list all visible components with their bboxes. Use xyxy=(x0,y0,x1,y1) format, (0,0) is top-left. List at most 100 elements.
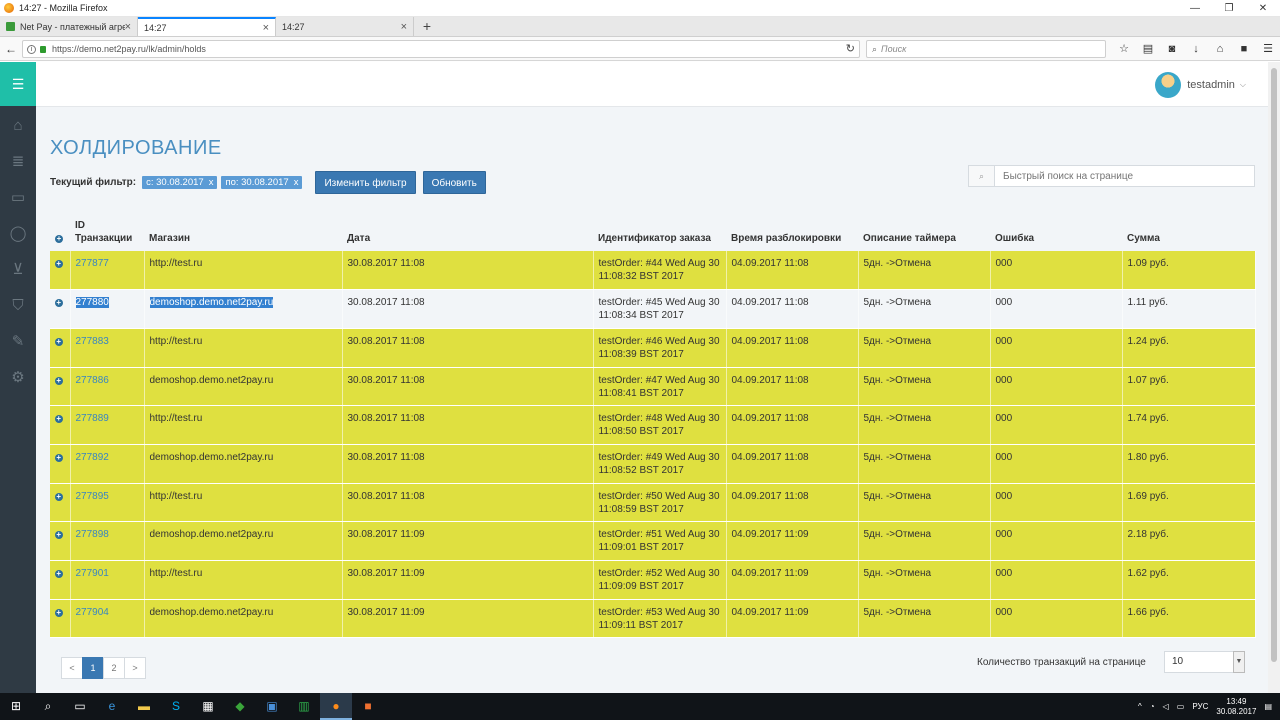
shield-icon[interactable]: ⛉ xyxy=(0,288,36,324)
table-row[interactable]: +277883 http://test.ru 30.08.2017 11:08 tes… xyxy=(50,328,1256,368)
close-window-button[interactable]: ✕ xyxy=(1246,0,1280,17)
url-bar[interactable]: i https://demo.net2pay.ru/lk/admin/holds… xyxy=(22,40,860,58)
expand-row-icon[interactable]: + xyxy=(54,299,63,308)
col-timer[interactable]: Описание таймера xyxy=(858,213,990,251)
firefox-taskbar-icon[interactable]: ● xyxy=(320,693,352,720)
table-row[interactable]: +277886 demoshop.demo.net2pay.ru 30.08.201… xyxy=(50,367,1256,407)
transaction-id-link[interactable]: 277880 xyxy=(75,297,109,309)
browser-search-input[interactable]: ⌕ Поиск xyxy=(866,40,1106,58)
tab-close-icon[interactable]: × xyxy=(263,22,269,34)
transaction-id-link[interactable]: 277892 xyxy=(76,452,109,463)
col-error[interactable]: Ошибка xyxy=(990,213,1122,251)
filter-chip-from[interactable]: с: 30.08.2017 x xyxy=(142,176,218,189)
col-unlock-time[interactable]: Время разблокировки xyxy=(726,213,858,251)
transaction-id-link[interactable]: 277895 xyxy=(76,491,109,502)
table-row[interactable]: +277895 http://test.ru 30.08.2017 11:08 tes… xyxy=(50,483,1256,523)
search-icon[interactable]: ⌕ xyxy=(32,693,64,720)
volume-icon[interactable]: ◁ xyxy=(1163,702,1169,711)
expand-row-icon[interactable]: + xyxy=(54,570,63,578)
app-green-icon[interactable]: ◆ xyxy=(224,693,256,720)
quick-search-input[interactable] xyxy=(995,170,1245,182)
explorer-icon[interactable]: ▬ xyxy=(128,693,160,720)
expand-row-icon[interactable]: + xyxy=(54,260,63,268)
clock[interactable]: 13:49 30.08.2017 xyxy=(1216,697,1256,717)
library-icon[interactable]: ▤ xyxy=(1136,40,1160,58)
expand-row-icon[interactable]: + xyxy=(54,415,63,424)
prev-page-button[interactable]: < xyxy=(61,657,83,679)
store-icon[interactable]: ▦ xyxy=(192,693,224,720)
app-blue-icon[interactable]: ▣ xyxy=(256,693,288,720)
per-page-select[interactable]: 10 ▼ xyxy=(1164,651,1245,673)
restore-button[interactable]: ❐ xyxy=(1212,0,1246,17)
transaction-id-link[interactable]: 277877 xyxy=(76,258,109,269)
language-indicator[interactable]: РУС xyxy=(1192,702,1208,711)
expand-row-icon[interactable]: + xyxy=(54,608,63,617)
remove-chip-icon[interactable]: x xyxy=(209,177,214,188)
skype-icon[interactable]: S xyxy=(160,693,192,720)
expand-row-icon[interactable]: + xyxy=(54,376,63,385)
next-page-button[interactable]: > xyxy=(124,657,146,679)
expand-all-header[interactable]: + xyxy=(50,213,70,251)
spreadsheet-icon[interactable]: ▥ xyxy=(288,693,320,720)
new-tab-button[interactable]: + xyxy=(414,17,440,36)
network-icon[interactable]: ◔ xyxy=(1150,702,1155,711)
home-icon[interactable]: ⌂ xyxy=(1208,40,1232,58)
expand-row-icon[interactable]: + xyxy=(54,492,63,501)
col-amount[interactable]: Сумма xyxy=(1122,213,1255,251)
pocket-icon[interactable]: ◙ xyxy=(1160,40,1184,58)
expand-row-icon[interactable]: + xyxy=(54,337,63,346)
page-scrollbar[interactable] xyxy=(1268,62,1280,693)
tab-close-icon[interactable]: × xyxy=(401,21,407,33)
table-row[interactable]: +277892 demoshop.demo.net2pay.ru 30.08.201… xyxy=(50,444,1256,484)
table-row[interactable]: +277889 http://test.ru 30.08.2017 11:08 tes… xyxy=(50,405,1256,445)
reload-icon[interactable]: ↻ xyxy=(846,42,855,55)
expand-row-icon[interactable]: + xyxy=(54,531,63,540)
wrench-icon[interactable]: ✎ xyxy=(0,324,36,360)
chat-icon[interactable]: ◯ xyxy=(0,216,36,252)
col-id[interactable]: ID Транзакции xyxy=(70,213,144,251)
scrollbar-thumb[interactable] xyxy=(1271,68,1277,662)
col-order-id[interactable]: Идентификатор заказа xyxy=(593,213,726,251)
transaction-id-link[interactable]: 277901 xyxy=(76,568,109,579)
browser-tab-netpay[interactable]: Net Pay - платежный агрег × xyxy=(0,17,138,36)
notifications-icon[interactable]: ▤ xyxy=(1264,702,1272,711)
transaction-id-link[interactable]: 277886 xyxy=(76,375,109,386)
tray-chevron-icon[interactable]: ^ xyxy=(1138,702,1142,711)
transaction-id-link[interactable]: 277889 xyxy=(76,413,109,424)
browser-tab-third[interactable]: 14:27 × xyxy=(276,17,414,36)
gear-icon[interactable]: ⚙ xyxy=(0,360,36,396)
tab-close-icon[interactable]: × xyxy=(125,21,131,33)
table-row[interactable]: +277901 http://test.ru 30.08.2017 11:09 tes… xyxy=(50,560,1256,600)
transaction-id-link[interactable]: 277883 xyxy=(76,336,109,347)
menu-icon[interactable]: ☰ xyxy=(1256,40,1280,58)
col-date[interactable]: Дата xyxy=(342,213,593,251)
extension-icon[interactable]: ■ xyxy=(1232,40,1256,58)
list-icon[interactable]: ≣ xyxy=(0,144,36,180)
chevron-down-icon[interactable]: ▼ xyxy=(1233,651,1245,673)
col-shop[interactable]: Магазин xyxy=(144,213,342,251)
task-view-icon[interactable]: ▭ xyxy=(64,693,96,720)
expand-row-icon[interactable]: + xyxy=(54,453,63,462)
change-filter-button[interactable]: Изменить фильтр xyxy=(315,171,416,194)
filter-chip-to[interactable]: по: 30.08.2017 x xyxy=(221,176,303,189)
user-menu[interactable]: testadmin ⌵ xyxy=(1155,72,1246,98)
table-row[interactable]: +277898 demoshop.demo.net2pay.ru 30.08.201… xyxy=(50,521,1256,561)
transaction-id-link[interactable]: 277904 xyxy=(76,607,109,618)
minimize-button[interactable]: — xyxy=(1178,0,1212,17)
edge-icon[interactable]: e xyxy=(96,693,128,720)
refresh-button[interactable]: Обновить xyxy=(422,171,486,194)
cart-icon[interactable]: ⊻ xyxy=(0,252,36,288)
menu-toggle-icon[interactable]: ☰ xyxy=(0,62,36,106)
back-arrow-icon[interactable]: ← xyxy=(0,42,22,56)
download-icon[interactable]: ↓ xyxy=(1184,40,1208,58)
orange-app-icon[interactable]: ■ xyxy=(352,693,384,720)
table-row[interactable]: +277904 demoshop.demo.net2pay.ru 30.08.201… xyxy=(50,599,1256,639)
power-icon[interactable]: ▭ xyxy=(1177,702,1185,711)
bookmark-star-icon[interactable]: ☆ xyxy=(1112,40,1136,58)
table-row[interactable]: +277877 http://test.ru 30.08.2017 11:08 tes… xyxy=(50,251,1256,291)
page-2-button[interactable]: 2 xyxy=(103,657,125,679)
windows-start-icon[interactable]: ⊞ xyxy=(0,693,32,720)
expand-all-icon[interactable]: + xyxy=(55,235,63,243)
browser-tab-active[interactable]: 14:27 × xyxy=(138,17,276,36)
transaction-id-link[interactable]: 277898 xyxy=(76,529,109,540)
